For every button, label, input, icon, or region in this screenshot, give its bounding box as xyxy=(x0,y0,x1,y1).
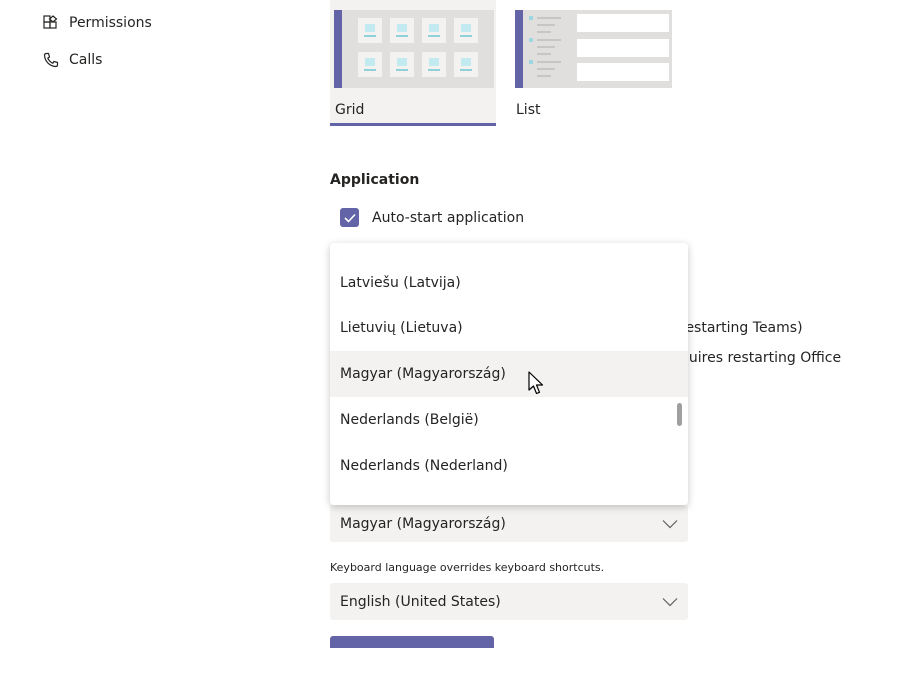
keyboard-language-note: Keyboard language overrides keyboard sho… xyxy=(330,561,605,574)
auto-start-checkbox[interactable] xyxy=(340,208,359,227)
keyboard-language-value: English (United States) xyxy=(340,593,501,610)
sidebar-item-label: Permissions xyxy=(69,15,152,31)
auto-start-checkbox-row[interactable]: Auto-start application xyxy=(340,208,524,227)
layout-option-list[interactable]: List xyxy=(511,0,677,126)
permissions-icon xyxy=(42,14,60,32)
list-layout-thumbnail xyxy=(515,10,672,88)
layout-option-label: List xyxy=(516,102,541,118)
section-heading-application: Application xyxy=(330,172,420,188)
display-language-select[interactable]: Magyar (Magyarország) xyxy=(330,505,688,542)
language-option[interactable]: Nederlands (Nederland) xyxy=(330,443,688,489)
language-option[interactable]: Lietuvių (Lietuva) xyxy=(330,305,688,351)
language-option-hovered[interactable]: Magyar (Magyarország) xyxy=(330,351,688,397)
setting-description: quires restarting Office xyxy=(680,350,842,366)
sidebar-item-permissions[interactable]: Permissions xyxy=(42,14,152,32)
setting-description: restarting Teams) xyxy=(680,320,803,336)
chevron-down-icon xyxy=(662,519,678,528)
selected-indicator xyxy=(330,123,496,126)
language-option[interactable]: Nederlands (België) xyxy=(330,397,688,443)
display-language-value: Magyar (Magyarország) xyxy=(340,515,506,532)
layout-option-label: Grid xyxy=(335,102,365,118)
language-option[interactable]: Latviešu (Latvija) xyxy=(330,260,688,306)
sidebar-item-label: Calls xyxy=(69,52,103,68)
dropdown-scrollbar[interactable] xyxy=(677,403,682,426)
save-button[interactable] xyxy=(330,636,494,648)
language-dropdown-list[interactable]: Latviešu (Latvija) Lietuvių (Lietuva) Ma… xyxy=(330,243,688,505)
keyboard-language-select[interactable]: English (United States) xyxy=(330,583,688,620)
auto-start-label: Auto-start application xyxy=(372,209,525,226)
grid-layout-thumbnail xyxy=(334,10,494,88)
checkmark-icon xyxy=(343,213,356,223)
layout-option-grid[interactable]: Grid xyxy=(330,0,496,126)
sidebar-item-calls[interactable]: Calls xyxy=(42,51,102,69)
chevron-down-icon xyxy=(662,597,678,606)
mouse-cursor-icon xyxy=(528,371,544,395)
phone-icon xyxy=(42,51,60,69)
